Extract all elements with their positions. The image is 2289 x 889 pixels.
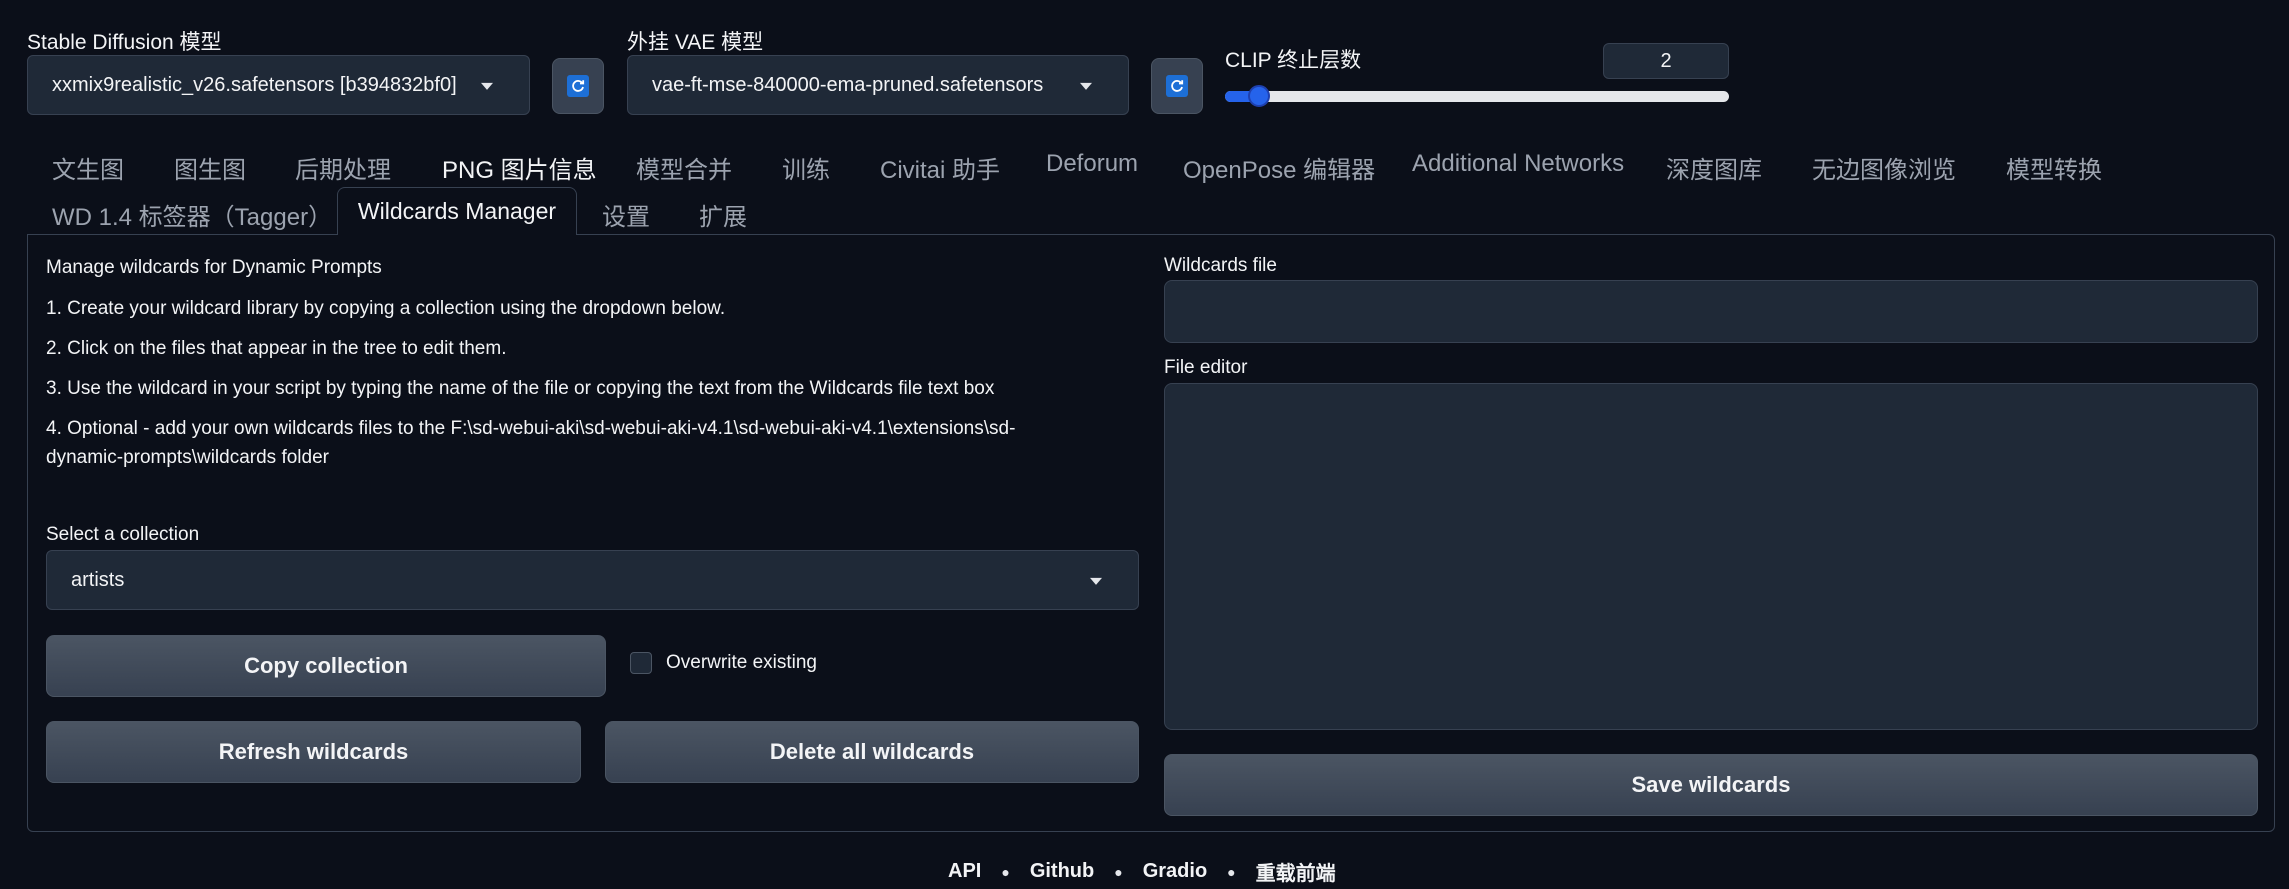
instruction-step-2: 2. Click on the files that appear in the… bbox=[46, 338, 507, 359]
file-editor-label: File editor bbox=[1164, 357, 1248, 378]
tab-deforum[interactable]: Deforum bbox=[1046, 150, 1138, 178]
footer: API ● Github ● Gradio ● 重载前端 bbox=[948, 857, 1336, 886]
tab-txt2img[interactable]: 文生图 bbox=[52, 150, 124, 185]
tab-wd14-tagger[interactable]: WD 1.4 标签器（Tagger） bbox=[52, 197, 332, 232]
tab-connector bbox=[338, 233, 576, 236]
tab-checkpoint-merger[interactable]: 模型合并 bbox=[636, 150, 732, 185]
clip-skip-slider-thumb[interactable] bbox=[1248, 85, 1271, 107]
separator-dot: ● bbox=[1227, 863, 1236, 880]
footer-api-link[interactable]: API bbox=[948, 860, 981, 883]
vae-model-refresh-button[interactable] bbox=[1151, 58, 1203, 114]
tab-infinite-image-browsing[interactable]: 无边图像浏览 bbox=[1812, 150, 1956, 185]
overwrite-existing-checkbox[interactable] bbox=[630, 652, 652, 674]
chevron-down-icon bbox=[481, 82, 493, 90]
tab-additional-networks[interactable]: Additional Networks bbox=[1412, 150, 1624, 178]
footer-reload-ui-link[interactable]: 重载前端 bbox=[1256, 857, 1336, 886]
tab-extensions[interactable]: 扩展 bbox=[699, 197, 747, 232]
sd-model-label: Stable Diffusion 模型 bbox=[27, 31, 222, 54]
clip-skip-label: CLIP 终止层数 bbox=[1225, 49, 1362, 72]
collection-value: artists bbox=[71, 568, 125, 591]
tab-depth-library[interactable]: 深度图库 bbox=[1666, 150, 1762, 185]
sd-model-value: xxmix9realistic_v26.safetensors [b394832… bbox=[52, 73, 457, 96]
save-wildcards-button[interactable]: Save wildcards bbox=[1164, 754, 2258, 816]
tab-model-converter[interactable]: 模型转换 bbox=[2006, 150, 2102, 185]
tab-civitai-helper[interactable]: Civitai 助手 bbox=[880, 150, 1000, 185]
instruction-step-3: 3. Use the wildcard in your script by ty… bbox=[46, 378, 995, 399]
separator-dot: ● bbox=[1114, 863, 1123, 880]
clip-skip-number-input[interactable]: 2 bbox=[1603, 43, 1729, 79]
refresh-icon bbox=[567, 75, 589, 97]
instruction-step-4-cont: dynamic-prompts\wildcards folder bbox=[46, 447, 329, 468]
tab-openpose-editor[interactable]: OpenPose 编辑器 bbox=[1183, 150, 1375, 185]
collection-label: Select a collection bbox=[46, 524, 200, 545]
manager-heading: Manage wildcards for Dynamic Prompts bbox=[46, 257, 382, 278]
copy-collection-button[interactable]: Copy collection bbox=[46, 635, 606, 697]
footer-gradio-link[interactable]: Gradio bbox=[1143, 860, 1207, 883]
wildcards-file-label: Wildcards file bbox=[1164, 255, 1277, 276]
separator-dot: ● bbox=[1001, 863, 1010, 880]
tab-extras[interactable]: 后期处理 bbox=[295, 150, 391, 185]
tab-train[interactable]: 训练 bbox=[782, 150, 830, 185]
collection-dropdown[interactable]: artists bbox=[46, 550, 1139, 610]
chevron-down-icon bbox=[1080, 82, 1092, 90]
tab-png-info[interactable]: PNG 图片信息 bbox=[442, 150, 597, 185]
vae-model-label: 外挂 VAE 模型 bbox=[627, 31, 764, 54]
delete-all-wildcards-button[interactable]: Delete all wildcards bbox=[605, 721, 1139, 783]
vae-model-dropdown[interactable]: vae-ft-mse-840000-ema-pruned.safetensors bbox=[627, 55, 1129, 115]
instruction-step-1: 1. Create your wildcard library by copyi… bbox=[46, 298, 726, 319]
instruction-step-4: 4. Optional - add your own wildcards fil… bbox=[46, 418, 1016, 439]
wildcards-file-input[interactable] bbox=[1164, 280, 2258, 343]
vae-model-value: vae-ft-mse-840000-ema-pruned.safetensors bbox=[652, 73, 1044, 96]
sd-model-refresh-button[interactable] bbox=[552, 58, 604, 114]
footer-github-link[interactable]: Github bbox=[1030, 860, 1094, 883]
refresh-wildcards-button[interactable]: Refresh wildcards bbox=[46, 721, 581, 783]
chevron-down-icon bbox=[1090, 577, 1102, 585]
overwrite-existing-label: Overwrite existing bbox=[666, 652, 817, 673]
sd-model-dropdown[interactable]: xxmix9realistic_v26.safetensors [b394832… bbox=[27, 55, 530, 115]
tab-wildcards-manager[interactable]: Wildcards Manager bbox=[337, 187, 577, 235]
clip-skip-slider[interactable] bbox=[1225, 91, 1729, 102]
tab-img2img[interactable]: 图生图 bbox=[174, 150, 246, 185]
tab-settings[interactable]: 设置 bbox=[602, 197, 650, 232]
refresh-icon bbox=[1166, 75, 1188, 97]
file-editor-textarea[interactable] bbox=[1164, 383, 2258, 730]
